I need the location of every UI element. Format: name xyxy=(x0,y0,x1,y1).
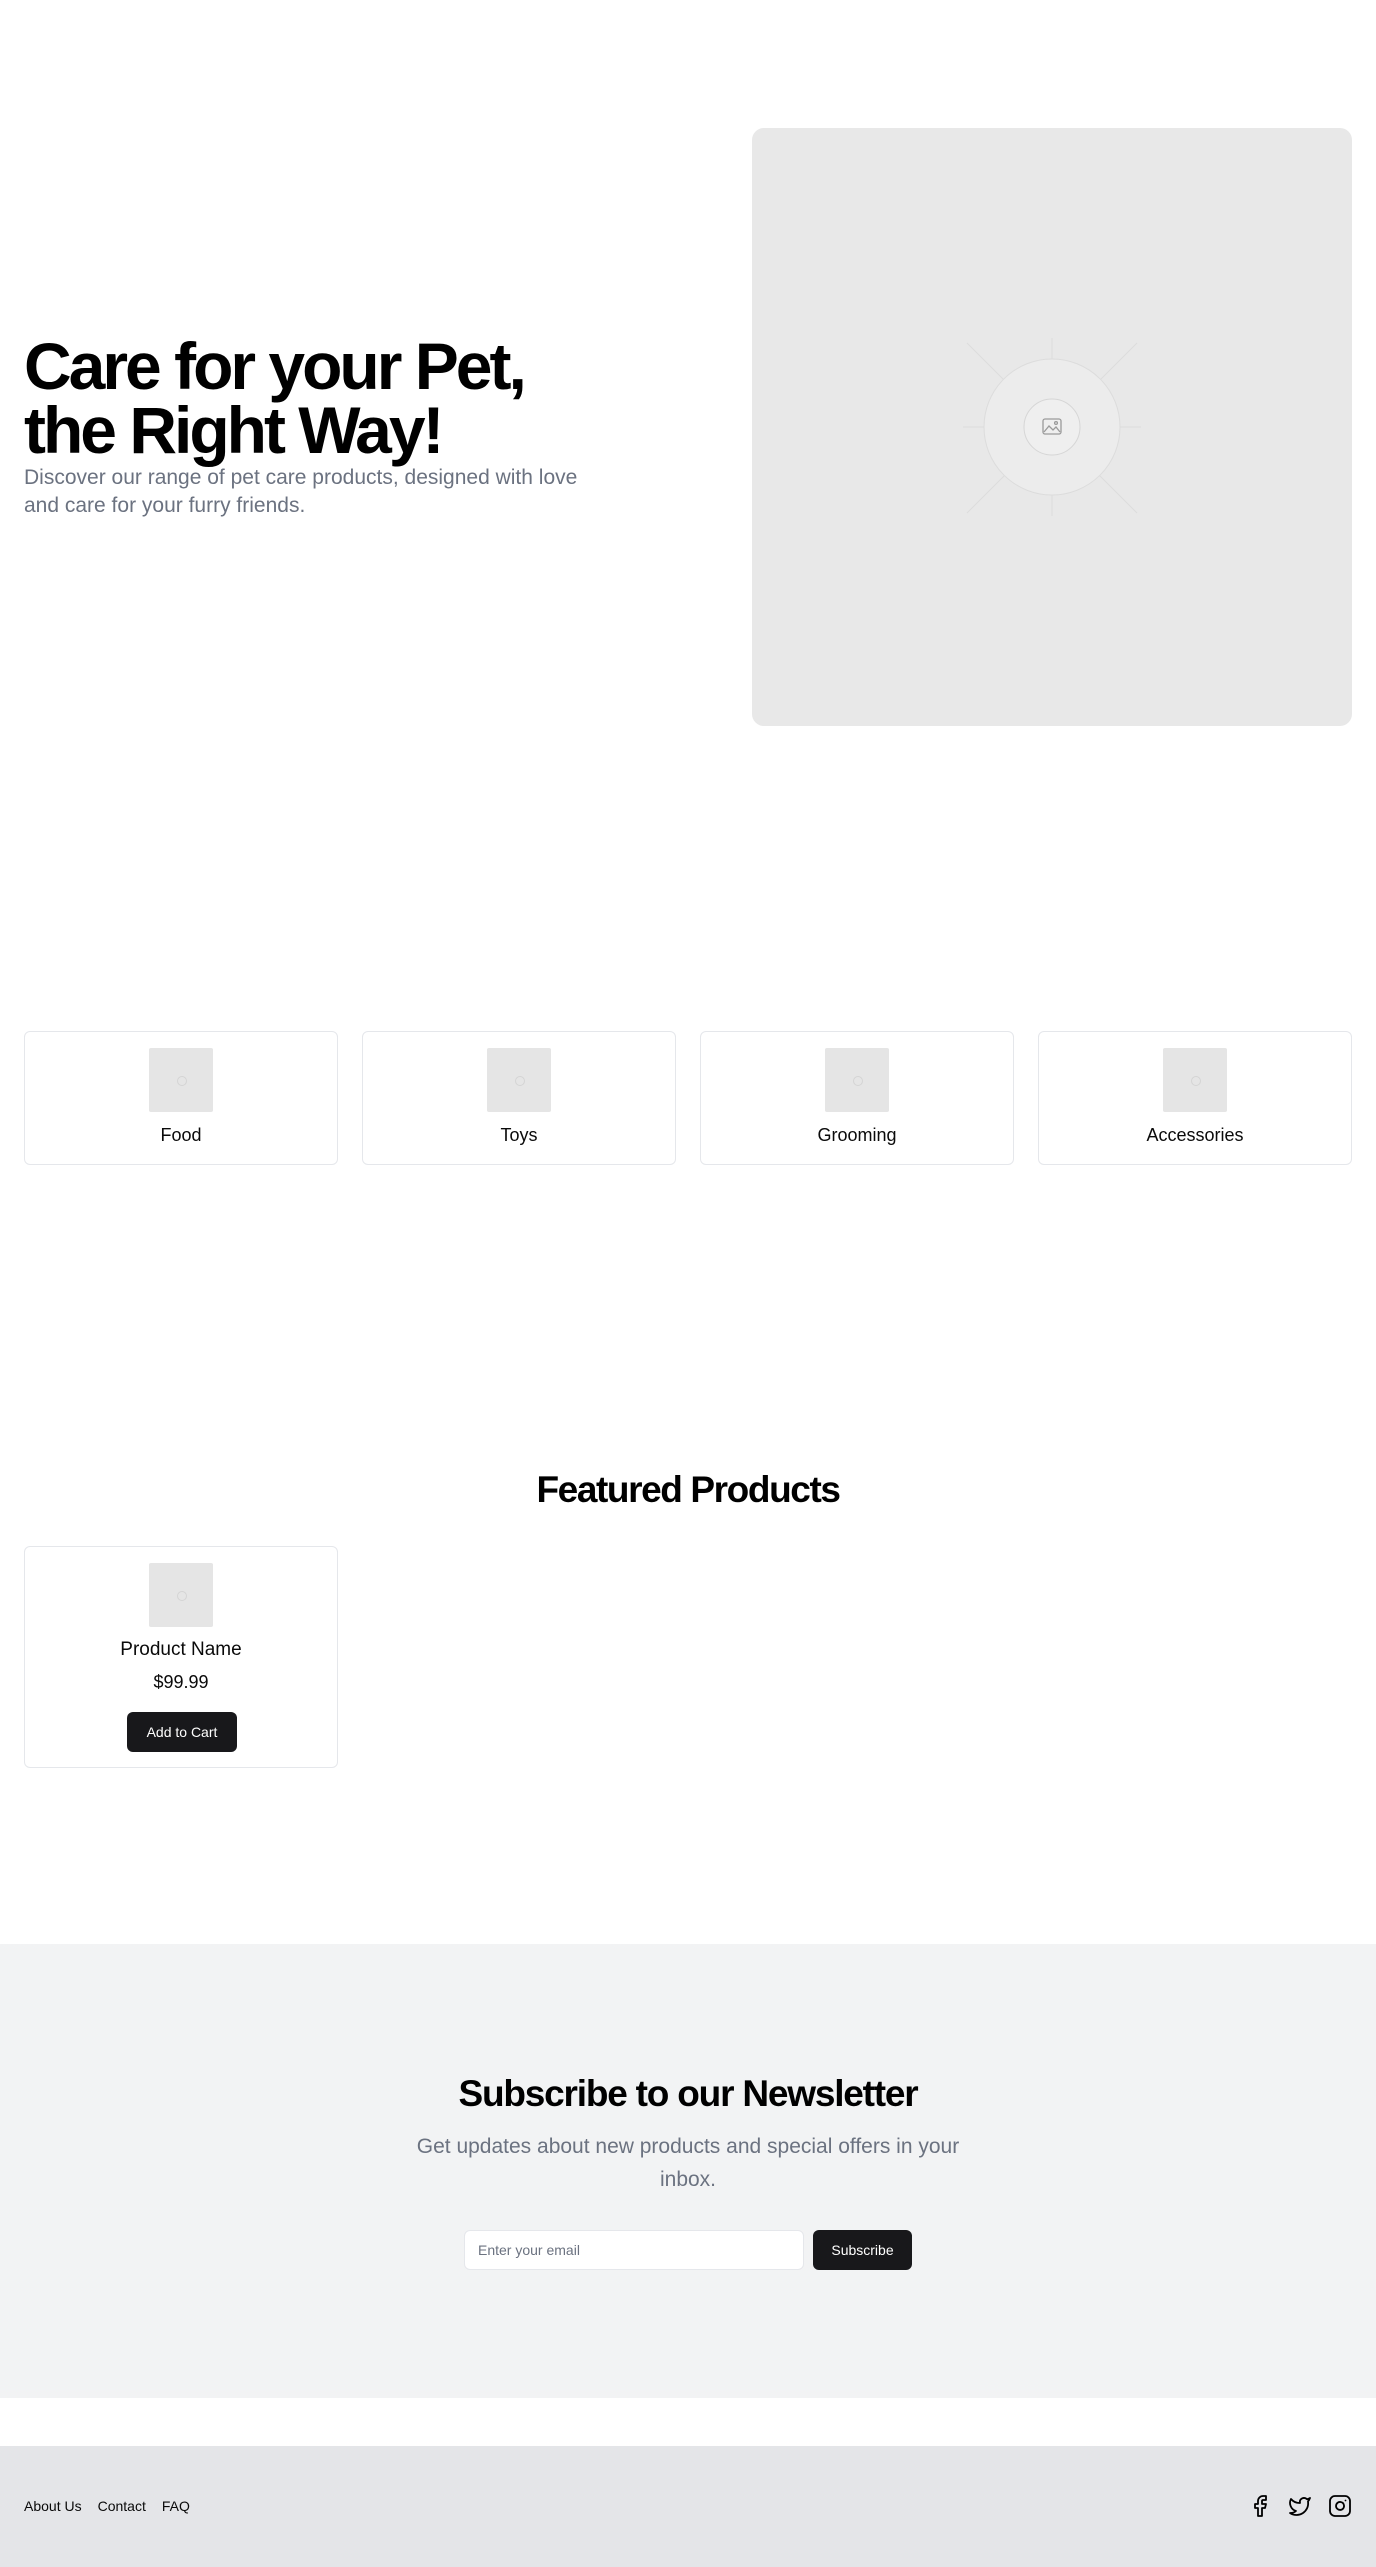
category-label: Grooming xyxy=(817,1125,897,1145)
newsletter-subtitle: Get updates about new products and speci… xyxy=(416,2135,960,2191)
product-card: Product Name $99.99 Add to Cart xyxy=(24,1546,338,1768)
category-card-toys[interactable]: Toys xyxy=(362,1031,676,1165)
newsletter-section: Subscribe to our Newsletter Get updates … xyxy=(0,1944,1376,2398)
product-price: $99.99 xyxy=(153,1672,209,1692)
facebook-icon[interactable] xyxy=(1248,2494,1272,2518)
instagram-icon[interactable] xyxy=(1328,2494,1352,2518)
social-links xyxy=(1248,2494,1352,2518)
featured-products-title: Featured Products xyxy=(536,1469,840,1510)
image-placeholder-icon xyxy=(149,1048,213,1112)
image-placeholder-icon xyxy=(1163,1048,1227,1112)
twitter-icon[interactable] xyxy=(1288,2494,1312,2518)
category-label: Toys xyxy=(500,1125,538,1145)
add-to-cart-button[interactable]: Add to Cart xyxy=(127,1712,237,1752)
image-placeholder-icon xyxy=(487,1048,551,1112)
newsletter-title: Subscribe to our Newsletter xyxy=(458,2073,919,2114)
hero-text: Care for your Pet, the Right Way! Discov… xyxy=(24,329,624,520)
product-image-placeholder-icon xyxy=(149,1563,213,1627)
image-placeholder-icon xyxy=(963,338,1141,516)
categories-section: Food Toys Grooming Accessories xyxy=(24,1031,1352,1165)
category-card-accessories[interactable]: Accessories xyxy=(1038,1031,1352,1165)
category-card-food[interactable]: Food xyxy=(24,1031,338,1165)
footer-link-about-us[interactable]: About Us xyxy=(24,2496,82,2516)
category-label: Food xyxy=(160,1125,202,1145)
footer: About Us Contact FAQ xyxy=(0,2446,1376,2567)
hero-section: Care for your Pet, the Right Way! Discov… xyxy=(0,0,1376,795)
hero-title: Care for your Pet, the Right Way! xyxy=(24,329,527,467)
hero-subtitle: Discover our range of pet care products,… xyxy=(24,466,578,517)
footer-link-contact[interactable]: Contact xyxy=(98,2496,146,2516)
footer-link-faq[interactable]: FAQ xyxy=(162,2496,190,2516)
subscribe-button[interactable]: Subscribe xyxy=(813,2230,912,2270)
hero-image xyxy=(752,128,1352,726)
category-label: Accessories xyxy=(1146,1125,1244,1145)
image-placeholder-icon xyxy=(825,1048,889,1112)
email-input[interactable] xyxy=(464,2230,804,2270)
footer-links: About Us Contact FAQ xyxy=(24,2496,190,2516)
product-name: Product Name xyxy=(120,1639,242,1660)
category-card-grooming[interactable]: Grooming xyxy=(700,1031,1014,1165)
